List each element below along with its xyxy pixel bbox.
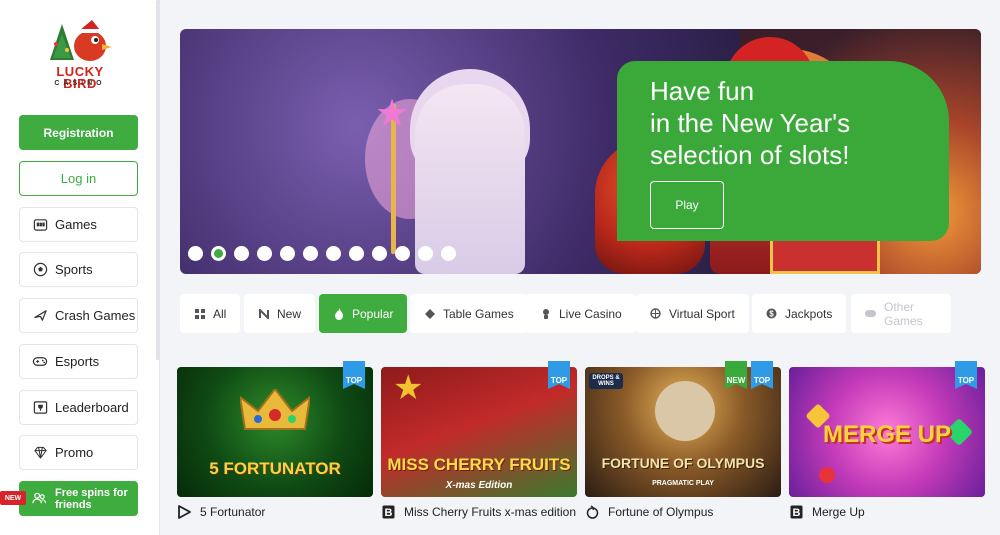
slot-machine-icon	[32, 217, 48, 233]
tab-label: New	[277, 306, 302, 321]
free-spins-label: Free spins for friends	[55, 486, 128, 511]
banner-headline-line1: Have fun	[650, 76, 755, 106]
diamond-icon	[32, 445, 48, 461]
dealer-icon	[540, 308, 551, 319]
game-name[interactable]: B Miss Cherry Fruits x-mas edition	[381, 505, 576, 519]
sidebar-item-promo[interactable]: Promo	[19, 435, 138, 470]
game-name[interactable]: 5 Fortunator	[177, 505, 265, 519]
diamond-card-icon	[424, 308, 435, 319]
sidebar-item-label: Games	[55, 217, 97, 232]
carousel-dot[interactable]	[188, 246, 203, 261]
game-art-subtitle: X-mas Edition	[445, 480, 513, 491]
tab-label: Popular	[352, 306, 394, 321]
game-name[interactable]: Fortune of Olympus	[585, 505, 713, 519]
grid-icon	[194, 308, 205, 319]
wand-star-icon: ★	[374, 93, 410, 135]
sidebar-item-esports[interactable]: Esports	[19, 344, 138, 379]
carousel-dot[interactable]	[395, 246, 410, 261]
new-badge: NEW	[0, 491, 26, 505]
carousel-dot[interactable]	[257, 246, 272, 261]
sidebar-item-label: Crash Games	[55, 308, 136, 323]
lucky-bird-logo-icon	[50, 20, 112, 61]
carousel-dots	[188, 246, 456, 261]
game-art-title: MERGE UP	[822, 421, 951, 448]
game-art-title: 5 FORTUNATOR	[209, 459, 341, 478]
tab-other-games[interactable]: Other Games	[851, 294, 951, 333]
tab-label: Virtual Sport	[669, 306, 735, 321]
carousel-dot[interactable]	[372, 246, 387, 261]
game-name-label: Miss Cherry Fruits x-mas edition	[404, 505, 577, 519]
play-provider-icon	[177, 505, 191, 519]
tab-label: All	[213, 306, 227, 321]
drops-wins-tag: DROPS & WINS	[589, 373, 623, 389]
free-spins-button[interactable]: Free spins for friends	[19, 481, 138, 516]
b-provider-icon: B	[381, 505, 395, 519]
game-name[interactable]: B Merge Up	[789, 505, 865, 519]
carousel-dot[interactable]	[326, 246, 341, 261]
tab-new[interactable]: New	[244, 294, 316, 333]
sidebar-item-games[interactable]: Games	[19, 207, 138, 242]
controller-icon	[865, 308, 876, 319]
banner-promo-panel: Have fun in the New Year's selection of …	[617, 61, 949, 241]
logo-subtitle: CASINO	[54, 80, 106, 87]
svg-text:B: B	[384, 507, 392, 519]
sidebar-item-label: Promo	[55, 445, 94, 460]
game-name-label: Fortune of Olympus	[608, 505, 714, 519]
banner-play-button[interactable]: Play	[650, 181, 724, 229]
sidebar-item-label: Sports	[55, 262, 93, 277]
banner-headline-line2: in the New Year's	[650, 108, 851, 138]
tab-jackpots[interactable]: $ Jackpots	[752, 294, 847, 333]
tab-label: Jackpots	[785, 306, 833, 321]
star-icon: ★	[393, 369, 424, 407]
crown-icon	[240, 389, 310, 430]
flame-icon	[333, 307, 344, 320]
tab-virtual-sport[interactable]: Virtual Sport	[636, 294, 749, 333]
game-art-title: FORTUNE OF OLYMPUS	[601, 455, 765, 471]
tab-table-games[interactable]: Table Games	[410, 294, 528, 333]
carousel-dot[interactable]	[349, 246, 364, 261]
tab-popular[interactable]: Popular	[319, 294, 408, 333]
pragmatic-provider-icon	[585, 505, 599, 519]
coin-icon: $	[766, 308, 777, 319]
friends-icon	[31, 491, 47, 507]
tab-all[interactable]: All	[180, 294, 241, 333]
sidebar-scrollbar[interactable]	[156, 0, 160, 360]
carousel-dot[interactable]	[441, 246, 456, 261]
gamepad-icon	[32, 354, 48, 370]
svg-text:B: B	[792, 507, 800, 519]
game-name-label: Merge Up	[812, 505, 865, 519]
tab-label: Table Games	[443, 306, 514, 321]
sidebar-item-label: Leaderboard	[55, 400, 129, 415]
banner-headline-line3: selection of slots!	[650, 140, 850, 170]
login-button[interactable]: Log in	[19, 161, 138, 196]
zeus-character-art	[655, 381, 715, 441]
tab-label: Other Games	[884, 299, 923, 328]
tab-live-casino[interactable]: Live Casino	[526, 294, 636, 333]
plane-icon	[32, 308, 48, 324]
carousel-dot[interactable]	[234, 246, 249, 261]
sidebar-item-leaderboard[interactable]: Leaderboard	[19, 390, 138, 425]
trophy-board-icon	[32, 400, 48, 416]
game-name-label: 5 Fortunator	[200, 505, 266, 519]
carousel-dot[interactable]	[303, 246, 318, 261]
carousel-dot[interactable]	[211, 246, 226, 261]
game-art-title: MISS CHERRY FRUITS	[387, 455, 571, 474]
carousel-dot[interactable]	[418, 246, 433, 261]
carousel-dot[interactable]	[280, 246, 295, 261]
ball-icon	[650, 308, 661, 319]
sidebar-item-label: Esports	[55, 354, 100, 369]
game-card-miss-cherry-fruits[interactable]: ★ MISS CHERRY FRUITS X-mas Edition	[381, 367, 577, 497]
sidebar-item-sports[interactable]: Sports	[19, 252, 138, 287]
sidebar-item-crash-games[interactable]: Crash Games	[19, 298, 138, 333]
new-icon	[258, 308, 269, 319]
game-art-subtitle: PRAGMATIC PLAY	[652, 480, 714, 487]
tab-label: Live Casino	[559, 306, 622, 321]
logo[interactable]: LUCKY BIRD CASINO	[40, 20, 120, 92]
gem-icon	[819, 467, 835, 483]
svg-text:$: $	[769, 310, 774, 319]
registration-button[interactable]: Registration	[19, 115, 138, 150]
soccer-ball-icon	[32, 262, 48, 278]
b-provider-icon: B	[789, 505, 803, 519]
